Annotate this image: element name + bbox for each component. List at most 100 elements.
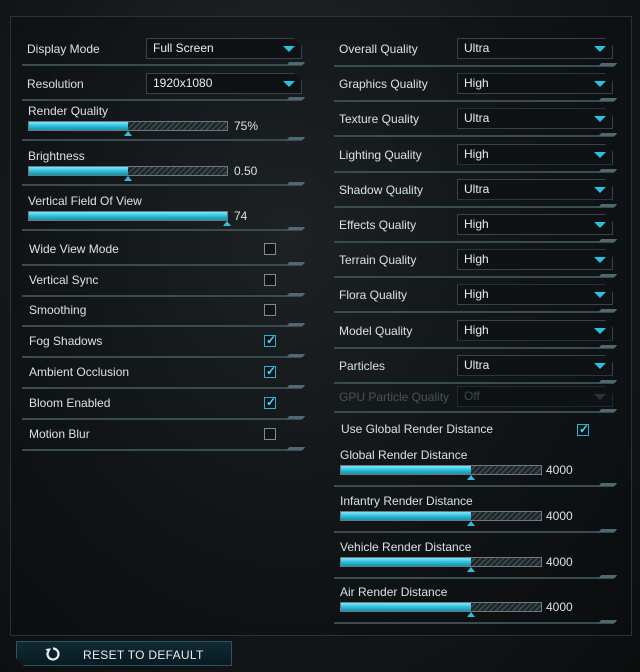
ambient-occlusion-checkbox[interactable]: ✓ [264,364,276,378]
row-separator [334,135,614,138]
flora-quality-value: High [464,287,489,302]
motion-blur-label: Motion Blur [29,427,90,441]
row-separator [334,205,614,208]
row-separator [22,139,302,141]
render-quality-slider-handle[interactable] [124,131,132,136]
texture-quality-dropdown[interactable]: Ultra [457,108,613,129]
brightness-slider-handle[interactable] [124,176,132,181]
reset-to-default-button[interactable]: RESET TO DEFAULT [16,641,232,666]
lighting-quality-label: Lighting Quality [339,147,422,162]
air-render-distance-slider-fill [341,603,471,611]
vertical-field-of-view-slider-fill [29,212,227,220]
row-separator [22,449,302,451]
row-separator [22,184,302,186]
vertical-sync-checkbox[interactable] [264,274,276,286]
lighting-quality-value: High [464,146,489,161]
particles-label: Particles [339,358,386,373]
overall-quality-dropdown[interactable]: Ultra [457,38,613,59]
graphics-quality-dropdown[interactable]: High [457,73,613,94]
global-render-distance-slider-fill [341,466,471,474]
effects-quality-label: Effects Quality [339,218,417,232]
render-quality-value: 75% [234,119,259,133]
row-separator [334,100,614,103]
particles-dropdown[interactable]: Ultra [457,355,613,376]
motion-blur-checkbox[interactable] [264,428,276,440]
vehicle-render-distance-label: Vehicle Render Distance [340,540,472,554]
fog-shadows-label: Fog Shadows [29,334,103,348]
checkmark-icon: ✓ [266,395,277,409]
flora-quality-label: Flora Quality [339,288,408,303]
vertical-sync-label: Vertical Sync [29,273,99,287]
smoothing-checkbox[interactable] [264,304,276,316]
row-separator [334,577,614,579]
display-mode-dropdown[interactable]: Full Screen [146,38,302,59]
chevron-down-icon [594,394,606,400]
row-separator [22,325,302,327]
infantry-render-distance-slider-handle[interactable] [467,521,475,526]
shadow-quality-value: Ultra [464,181,490,196]
flora-quality-dropdown[interactable]: High [457,284,613,305]
row-separator [334,65,614,67]
row-separator [22,99,302,101]
chevron-down-icon [594,152,606,158]
checkmark-icon: ✓ [266,333,277,347]
global-render-distance-slider-handle[interactable] [467,475,475,480]
global-render-distance-value: 4000 [546,463,573,477]
use-global-render-distance-checkbox[interactable]: ✓ [577,422,590,436]
fog-shadows-checkbox[interactable]: ✓ [264,333,277,347]
air-render-distance-slider-handle[interactable] [467,612,475,617]
chevron-down-icon [594,46,606,52]
model-quality-dropdown[interactable]: High [457,320,613,341]
terrain-quality-label: Terrain Quality [339,253,417,268]
wide-view-mode-checkbox[interactable] [264,243,276,255]
terrain-quality-dropdown[interactable]: High [457,249,613,270]
graphics-quality-label: Graphics Quality [339,77,428,92]
row-separator [22,356,302,358]
brightness-label: Brightness [28,149,85,163]
air-render-distance-slider[interactable] [340,602,542,617]
global-render-distance-slider[interactable] [340,465,542,480]
brightness-slider-fill [29,167,128,175]
chevron-down-icon [283,46,295,52]
vertical-field-of-view-slider[interactable] [28,211,231,226]
vehicle-render-distance-value: 4000 [546,555,573,569]
vehicle-render-distance-slider[interactable] [340,557,542,572]
render-quality-slider[interactable] [28,121,228,136]
vehicle-render-distance-slider-handle[interactable] [467,567,475,572]
vertical-field-of-view-slider-handle[interactable] [223,221,231,226]
display-mode-value: Full Screen [153,41,214,55]
row-separator [334,531,614,533]
row-separator [334,485,614,487]
air-render-distance-label: Air Render Distance [340,585,448,599]
chevron-down-icon [594,116,606,122]
row-separator [22,418,302,420]
checkmark-icon: ✓ [579,422,590,436]
ambient-occlusion-label: Ambient Occlusion [29,365,130,379]
terrain-quality-value: High [464,252,489,267]
shadow-quality-dropdown[interactable]: Ultra [457,179,613,200]
row-separator [334,411,614,413]
reset-icon [45,646,61,662]
overall-quality-value: Ultra [464,41,490,55]
display-mode-label: Display Mode [27,42,100,56]
row-separator [334,311,614,314]
row-separator [334,346,614,349]
model-quality-value: High [464,322,489,337]
row-separator [334,241,614,243]
bloom-enabled-label: Bloom Enabled [29,396,111,410]
infantry-render-distance-slider[interactable] [340,511,542,526]
lighting-quality-dropdown[interactable]: High [457,144,613,165]
vertical-field-of-view-label: Vertical Field Of View [28,194,142,208]
effects-quality-dropdown[interactable]: High [457,214,613,235]
bloom-enabled-checkbox[interactable]: ✓ [264,395,277,409]
resolution-dropdown[interactable]: 1920x1080 [146,73,302,94]
infantry-render-distance-label: Infantry Render Distance [340,494,473,508]
gpu-particle-quality-value: Off [464,389,480,403]
row-separator [22,264,302,266]
render-quality-label: Render Quality [28,104,109,118]
overall-quality-label: Overall Quality [339,42,418,56]
row-separator [334,276,614,279]
chevron-down-icon [594,187,606,193]
brightness-slider[interactable] [28,166,228,181]
row-separator [334,622,614,624]
